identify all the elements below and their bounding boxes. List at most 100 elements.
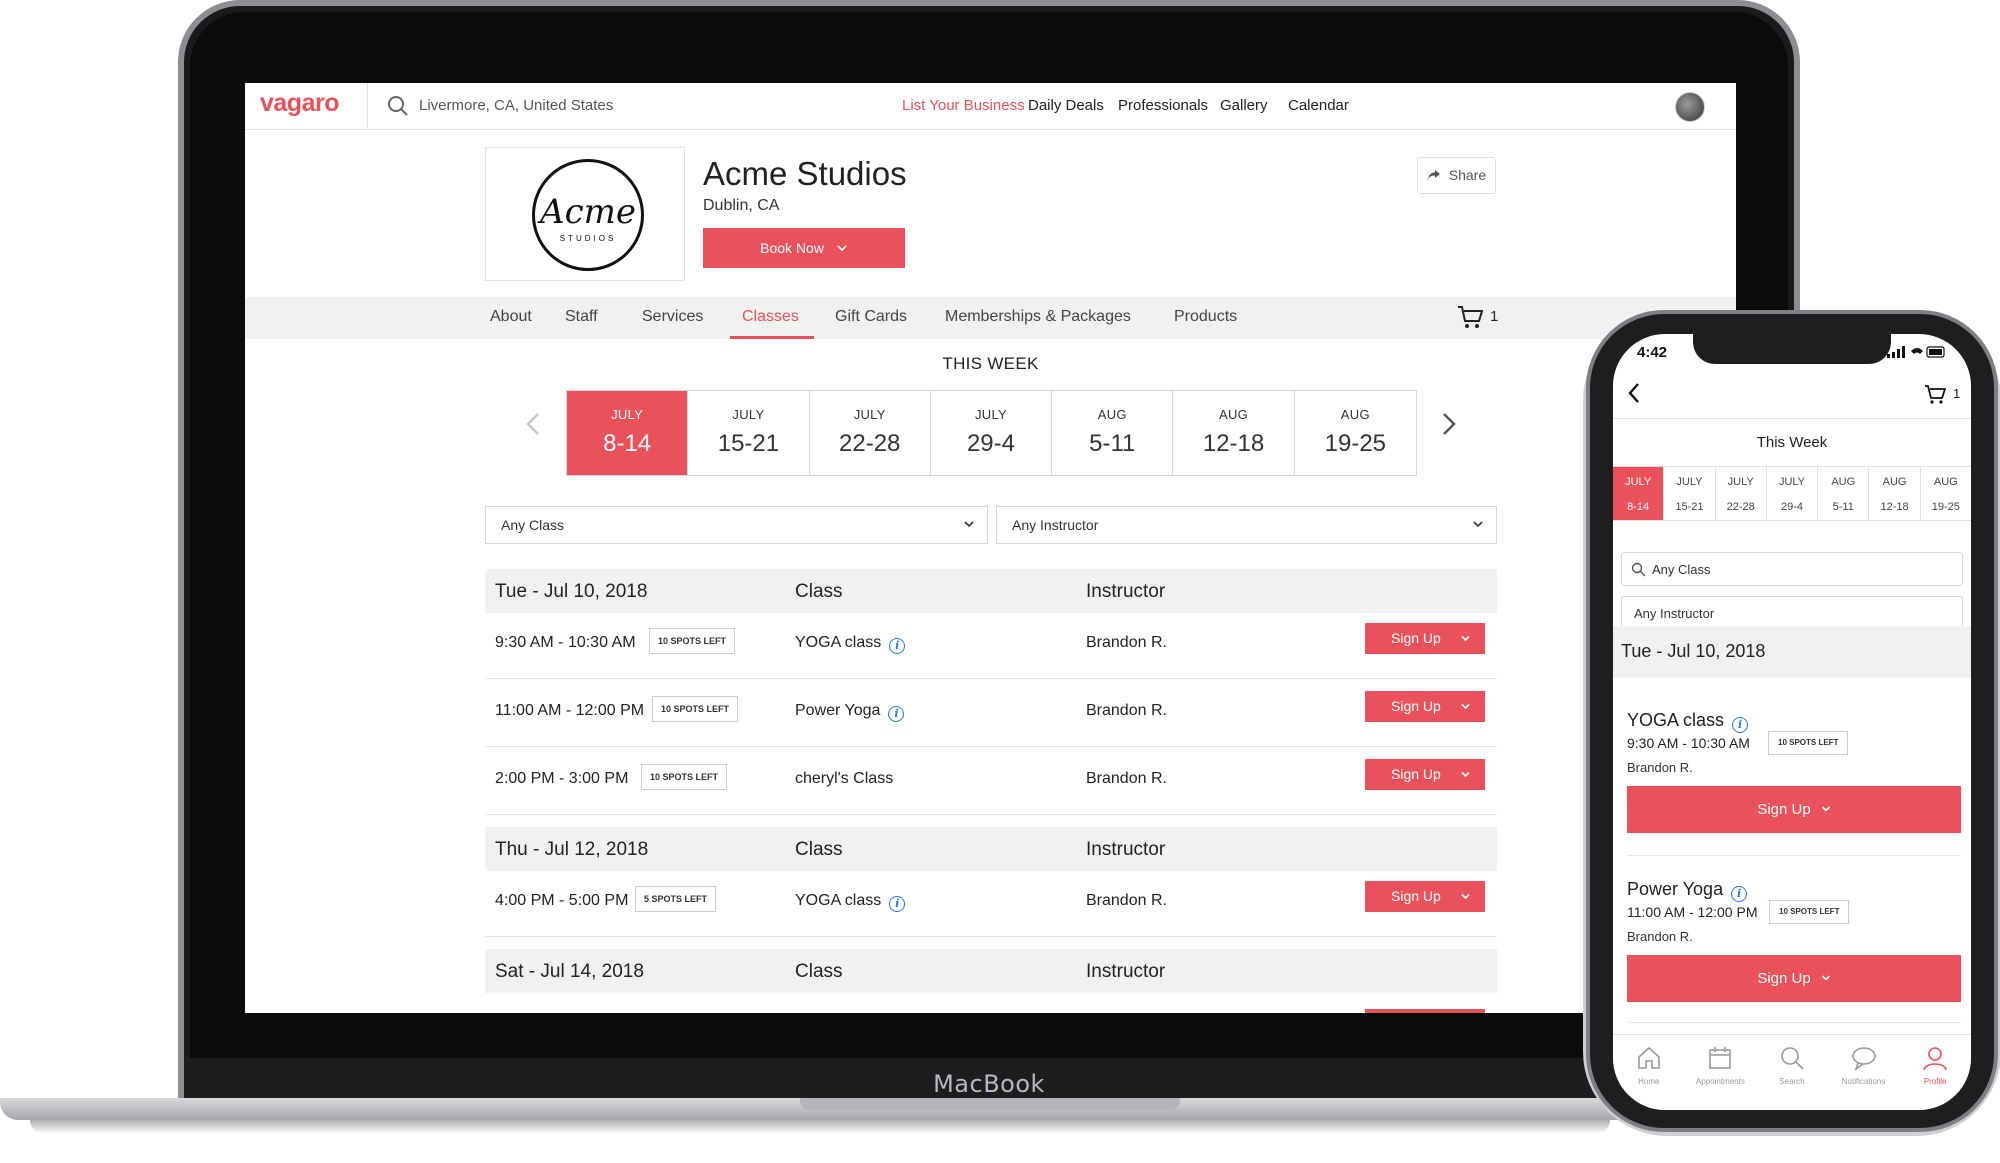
nav-list-your-business[interactable]: List Your Business: [902, 97, 1025, 114]
week-option[interactable]: AUG 5-11: [1052, 391, 1174, 475]
nav-calendar[interactable]: Calendar: [1288, 97, 1349, 114]
week-month: AUG: [1097, 407, 1127, 422]
column-instructor: Instructor: [1086, 839, 1166, 860]
sign-up-button[interactable]: Sign Up: [1365, 759, 1485, 790]
chevron-right-icon[interactable]: [1440, 411, 1458, 437]
class-name: YOGA class i: [795, 634, 906, 654]
week-option[interactable]: AUG 12-18: [1869, 467, 1921, 520]
share-label: Share: [1448, 167, 1487, 183]
class-name-text: YOGA class: [795, 634, 882, 651]
week-option[interactable]: JULY 15-21: [1664, 467, 1716, 520]
week-option[interactable]: AUG 19-25: [1295, 391, 1416, 475]
business-tabs: About Staff Services Classes Gift Cards …: [245, 297, 1736, 339]
tab-profile[interactable]: Profile: [1899, 1035, 1971, 1110]
tab-label: Appointments: [1695, 1077, 1745, 1086]
chevron-down-icon: [837, 245, 847, 252]
location-search-input[interactable]: Livermore, CA, United States: [419, 97, 613, 114]
info-icon[interactable]: i: [1731, 886, 1748, 902]
search-icon[interactable]: [387, 95, 409, 117]
week-option[interactable]: JULY 15-21: [688, 391, 810, 475]
week-selector: JULY 8-14 JULY 15-21 JULY 22-28 JULY 29-4 AU…: [1613, 466, 1971, 521]
search-icon: [1631, 562, 1646, 577]
week-range: 22-28: [839, 430, 901, 457]
sign-up-button-partial[interactable]: [1365, 1009, 1485, 1013]
tab-gift-cards[interactable]: Gift Cards: [835, 308, 907, 326]
info-icon[interactable]: i: [1732, 717, 1749, 733]
business-logo-ring: Acme STUDIOS: [532, 159, 644, 271]
cart-icon[interactable]: [1924, 384, 1946, 404]
tab-staff[interactable]: Staff: [565, 308, 598, 326]
class-time: 4:00 PM - 5:00 PM: [495, 892, 629, 909]
week-option[interactable]: AUG 12-18: [1173, 391, 1295, 475]
spots-badge: 10 SPOTS LEFT: [641, 764, 728, 790]
share-button[interactable]: Share: [1417, 157, 1496, 194]
week-range: 8-14: [603, 430, 652, 457]
tab-services[interactable]: Services: [642, 308, 703, 326]
instructor-filter-input[interactable]: Any Instructor: [1621, 596, 1963, 630]
week-option[interactable]: JULY 29-4: [1767, 467, 1819, 520]
week-selector: JULY 8-14 JULY 15-21 JULY 22-28 JULY 29-4 AU…: [566, 390, 1417, 476]
tab-notifications[interactable]: Notifications: [1828, 1035, 1900, 1110]
week-title: This Week: [1756, 434, 1828, 451]
week-option[interactable]: AUG 5-11: [1818, 467, 1870, 520]
tab-home[interactable]: Home: [1613, 1035, 1685, 1110]
info-icon[interactable]: i: [889, 638, 906, 654]
chevron-down-icon: [964, 521, 974, 528]
week-month: AUG: [1219, 407, 1249, 422]
tab-search[interactable]: Search: [1756, 1035, 1828, 1110]
share-icon: [1427, 170, 1440, 180]
class-name-text: Power Yoga: [795, 702, 881, 719]
tab-appointments[interactable]: Appointments: [1685, 1035, 1757, 1110]
tab-about[interactable]: About: [490, 308, 532, 326]
spots-badge: 10 SPOTS LEFT: [649, 628, 736, 654]
nav-professionals[interactable]: Professionals: [1118, 97, 1208, 114]
cart-icon[interactable]: [1457, 305, 1483, 329]
sign-up-label: Sign Up: [1391, 766, 1441, 782]
sign-up-button[interactable]: Sign Up: [1365, 881, 1485, 912]
week-option[interactable]: JULY 8-14: [567, 391, 689, 475]
chevron-down-icon: [1821, 806, 1830, 812]
book-now-button[interactable]: Book Now: [703, 228, 905, 268]
chevron-down-icon: [1461, 635, 1470, 642]
calendar-icon: [1709, 1047, 1732, 1069]
back-arrow-icon[interactable]: [1627, 382, 1641, 404]
class-time: 11:00 AM - 12:00 PM: [495, 702, 645, 719]
chevron-down-icon: [1821, 975, 1830, 981]
sign-up-button[interactable]: Sign Up: [1627, 955, 1961, 1002]
week-option[interactable]: AUG 19-25: [1921, 467, 1971, 520]
sign-up-button[interactable]: Sign Up: [1365, 691, 1485, 722]
vagaro-logo[interactable]: vagaro: [260, 89, 339, 118]
week-month: JULY: [732, 407, 765, 422]
avatar[interactable]: [1675, 92, 1705, 122]
sign-up-button[interactable]: Sign Up: [1365, 623, 1485, 654]
class-instructor: Brandon R.: [1627, 760, 1693, 775]
week-option[interactable]: JULY 8-14: [1613, 467, 1665, 520]
nav-daily-deals[interactable]: Daily Deals: [1028, 97, 1104, 114]
device-mockup-scene: MacBook vagaro Livermore, CA, United Sta…: [0, 0, 2000, 1163]
class-search-input[interactable]: Any Class: [1621, 552, 1963, 586]
info-icon[interactable]: i: [888, 706, 905, 722]
tab-label: Search: [1779, 1077, 1805, 1086]
class-filter-select[interactable]: Any Class: [485, 506, 988, 544]
chevron-left-icon[interactable]: [524, 411, 542, 437]
class-row: 4:00 PM - 5:00 PM 5 SPOTS LEFT YOGA clas…: [485, 871, 1497, 937]
info-icon[interactable]: i: [889, 896, 906, 912]
instructor-filter-select[interactable]: Any Instructor: [996, 506, 1497, 544]
week-month: JULY: [1676, 476, 1703, 488]
nav-gallery[interactable]: Gallery: [1220, 97, 1268, 114]
week-option[interactable]: JULY 29-4: [931, 391, 1053, 475]
week-option[interactable]: JULY 22-28: [1716, 467, 1767, 520]
tab-products[interactable]: Products: [1174, 308, 1237, 326]
sign-up-button[interactable]: Sign Up: [1627, 786, 1961, 833]
week-month: AUG: [1340, 407, 1370, 422]
sign-up-label: Sign Up: [1391, 888, 1441, 904]
tab-classes[interactable]: Classes: [742, 308, 799, 326]
week-month: JULY: [1727, 476, 1754, 488]
business-logo: Acme STUDIOS: [485, 147, 685, 281]
header-divider: [367, 83, 368, 130]
column-class: Class: [795, 839, 843, 860]
week-option[interactable]: JULY 22-28: [810, 391, 931, 475]
class-instructor: Brandon R.: [1086, 770, 1167, 787]
week-month: JULY: [853, 407, 886, 422]
tab-memberships-packages[interactable]: Memberships & Packages: [945, 308, 1131, 326]
